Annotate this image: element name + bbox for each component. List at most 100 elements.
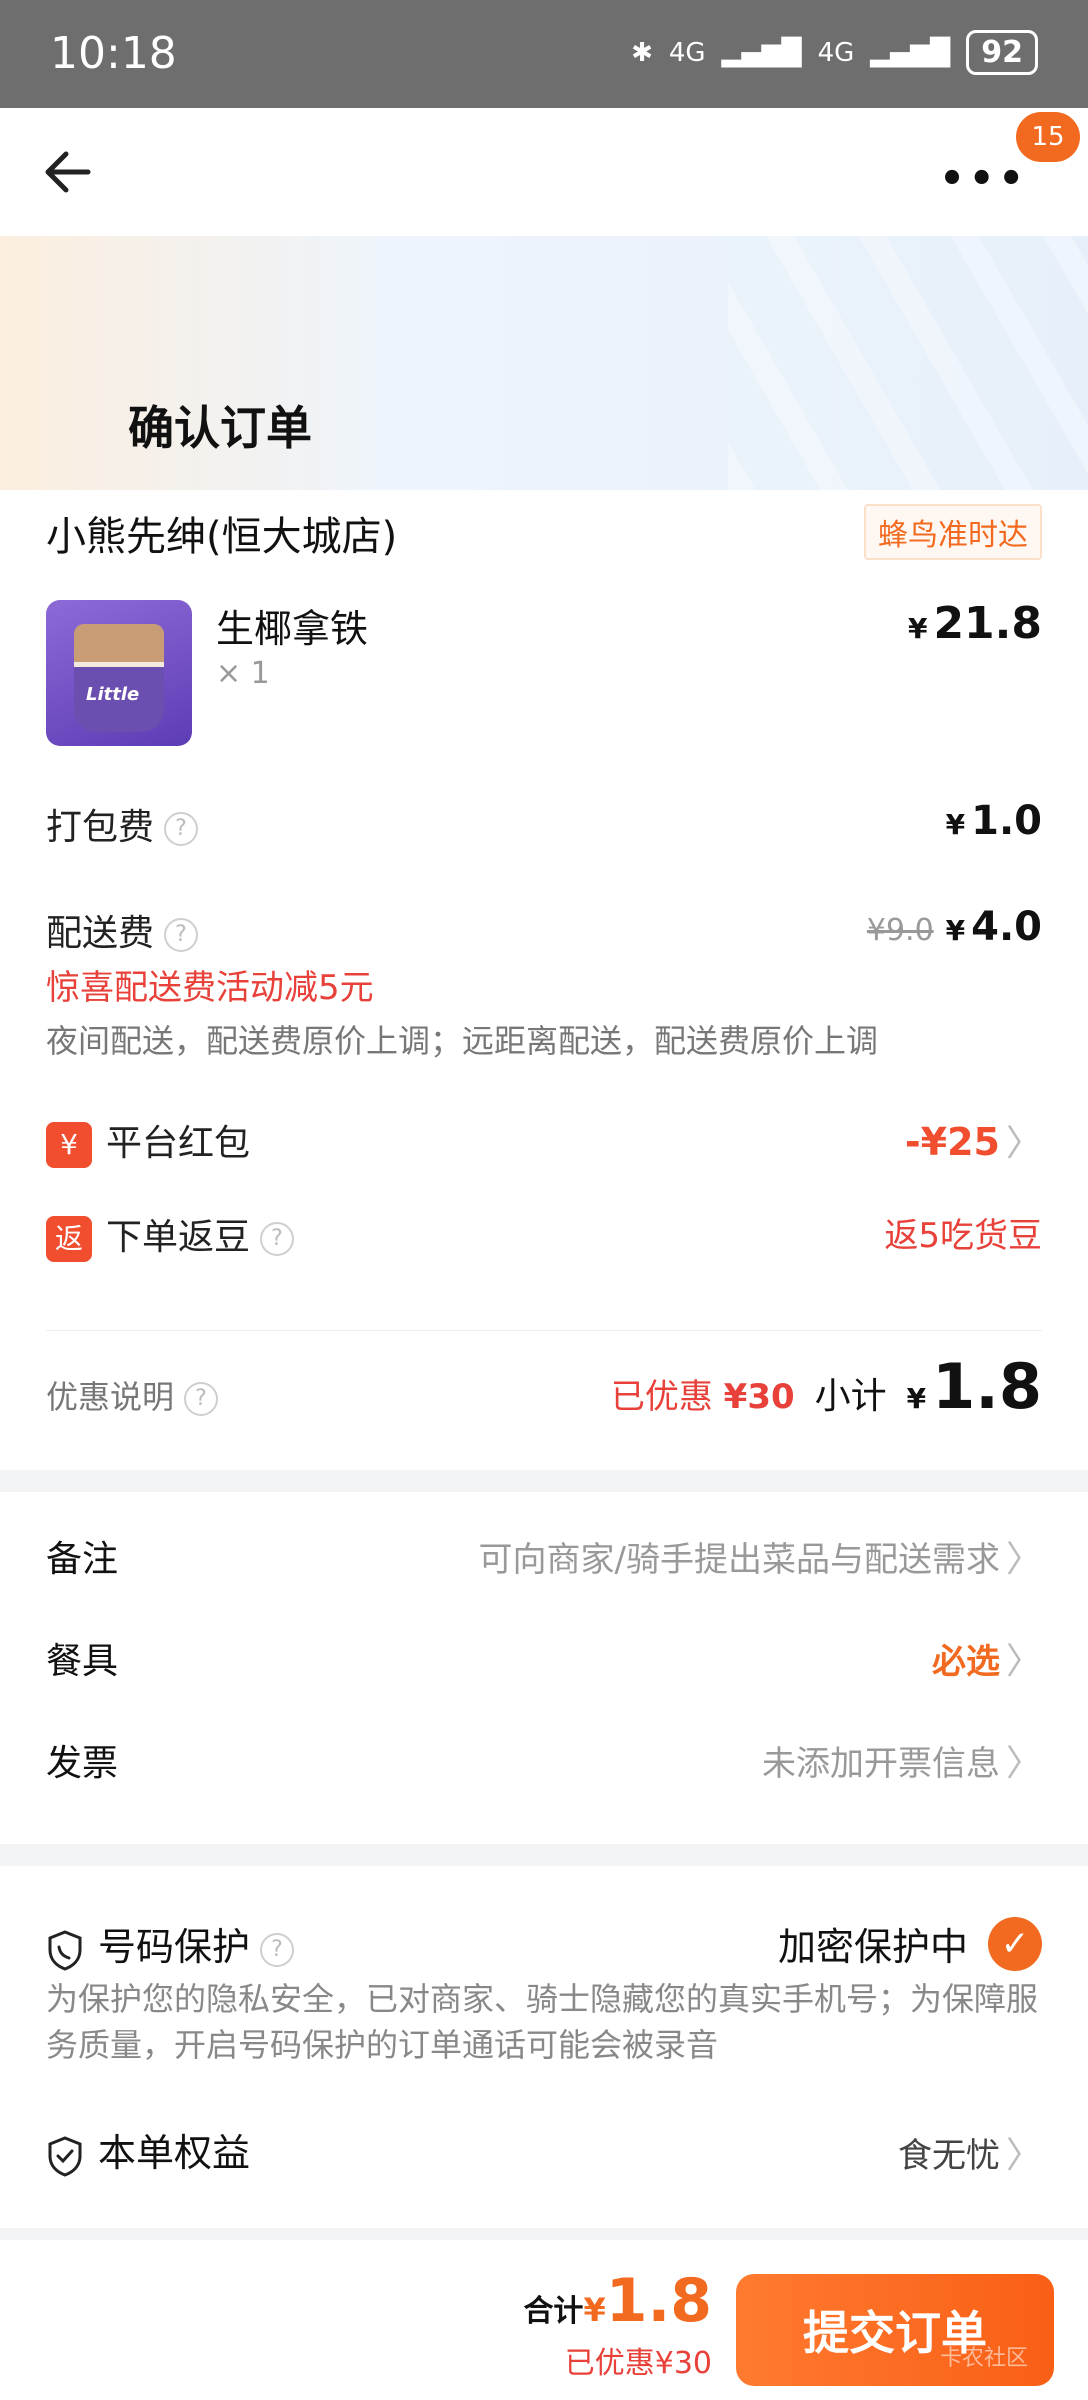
cup-brand-text: Little — [86, 684, 140, 705]
number-protection-status[interactable]: 加密保护中 ✓ — [778, 1916, 1042, 1971]
subtotal-label: 小计 — [814, 1376, 887, 1417]
beans-row: 返下单返豆? — [46, 1208, 295, 1262]
checkmark-icon[interactable]: ✓ — [988, 1916, 1042, 1971]
bluetooth-icon: ✱ — [631, 37, 653, 68]
tableware-value-wrap: 必选〉 — [932, 1632, 1042, 1684]
checkout-bar: 合计¥1.8 已优惠¥30 提交订单 卡农社区 — [0, 2240, 1088, 2400]
delivery-fee-label: 配送费? — [46, 904, 199, 956]
help-icon[interactable]: ? — [260, 1932, 295, 1967]
discount-info[interactable]: 优惠说明? — [46, 1372, 219, 1418]
shield-check-icon — [48, 2135, 82, 2177]
delivery-tag: 蜂鸟准时达 — [864, 504, 1042, 560]
shield-phone-icon — [48, 1929, 82, 1971]
signal-bars-icon-1: ▂▄▆█ — [721, 37, 802, 68]
shop-name[interactable]: 小熊先绅(恒大城店) — [46, 504, 397, 562]
remark-row[interactable]: 备注 可向商家/骑手提出菜品与配送需求〉 — [46, 1516, 1042, 1596]
signal-icon-2: 4G — [817, 37, 855, 68]
saved-amount: 已优惠 ¥30 — [611, 1369, 795, 1418]
privacy-card: 号码保护? 加密保护中 ✓ 为保护您的隐私安全，已对商家、骑士隐藏您的真实手机号；… — [0, 1866, 1088, 2228]
order-summary-card: 小熊先绅(恒大城店) 蜂鸟准时达 Little 生椰拿铁 × 1 ¥21.8 打… — [0, 490, 1088, 1470]
packing-fee-text: 打包费 — [46, 807, 155, 848]
order-options-card: 备注 可向商家/骑手提出菜品与配送需求〉 餐具 必选〉 发票 未添加开票信息〉 — [0, 1492, 1088, 1844]
signal-icon-1: 4G — [668, 37, 706, 68]
item-image: Little — [46, 600, 192, 746]
battery-indicator: 92 — [966, 30, 1038, 75]
red-packet-amount: -¥25 — [904, 1120, 1000, 1164]
rebate-icon: 返 — [46, 1216, 92, 1262]
notification-badge: 15 — [1016, 112, 1080, 162]
more-menu-icon[interactable]: ••• — [939, 156, 1028, 202]
total-line: 合计¥1.8 — [523, 2266, 712, 2336]
protection-status-text: 加密保护中 — [777, 1925, 968, 1969]
banner-decoration — [728, 236, 1088, 490]
delivery-fee-price: ¥9.0 ¥4.0 — [867, 904, 1042, 950]
delivery-note: 夜间配送，配送费原价上调；远距离配送，配送费原价上调 — [46, 1022, 879, 1060]
discount-info-label: 优惠说明 — [46, 1378, 175, 1416]
status-bar: 10:18 ✱ 4G ▂▄▆█ 4G ▂▄▆█ 92 — [0, 0, 1088, 108]
help-icon[interactable]: ? — [164, 812, 199, 846]
help-icon[interactable]: ? — [164, 918, 199, 952]
invoice-value-wrap: 未添加开票信息〉 — [762, 1734, 1042, 1786]
page-title: 确认订单 — [128, 401, 312, 455]
item-price: ¥21.8 — [908, 598, 1042, 649]
beans-label: 下单返豆 — [106, 1217, 251, 1258]
currency-symbol: ¥ — [906, 1382, 927, 1415]
remark-value: 可向商家/骑手提出菜品与配送需求 — [478, 1540, 1000, 1580]
order-rights-text: 食无忧 — [897, 2136, 1000, 2176]
currency-symbol: ¥ — [583, 2291, 606, 2329]
currency-symbol: ¥ — [907, 612, 928, 645]
currency-symbol: ¥ — [945, 808, 966, 841]
delivery-fee-text: 配送费 — [46, 913, 155, 954]
chevron-right-icon: 〉 — [1005, 1641, 1042, 1682]
help-icon: ? — [184, 1382, 219, 1416]
beans-value: 返5吃货豆 — [884, 1216, 1042, 1256]
order-rights-value[interactable]: 食无忧〉 — [898, 2126, 1042, 2178]
number-protection-label: 号码保护 — [98, 1925, 251, 1969]
total-area: 合计¥1.8 已优惠¥30 — [523, 2266, 712, 2382]
status-time: 10:18 — [50, 28, 177, 79]
divider — [46, 1330, 1042, 1331]
invoice-value: 未添加开票信息 — [761, 1744, 1000, 1784]
chevron-right-icon: 〉 — [1005, 1539, 1042, 1580]
remark-value-wrap: 可向商家/骑手提出菜品与配送需求〉 — [479, 1530, 1042, 1582]
cup-graphic: Little — [74, 624, 164, 732]
packing-fee-value: 1.0 — [971, 798, 1042, 844]
red-packet-label: 平台红包 — [106, 1123, 251, 1164]
red-packet-icon: ¥ — [46, 1122, 92, 1168]
tableware-row[interactable]: 餐具 必选〉 — [46, 1618, 1042, 1698]
subtotal: ¥1.8 — [907, 1350, 1042, 1423]
delivery-promo: 惊喜配送费活动减5元 — [46, 968, 374, 1008]
invoice-row[interactable]: 发票 未添加开票信息〉 — [46, 1720, 1042, 1800]
number-protection-desc: 为保护您的隐私安全，已对商家、骑士隐藏您的真实手机号；为保障服务质量，开启号码保… — [46, 1980, 1039, 2064]
packing-fee-price: ¥1.0 — [946, 798, 1042, 844]
tableware-label: 餐具 — [46, 1641, 119, 1682]
red-packet-row[interactable]: ¥ 平台红包 — [46, 1114, 250, 1168]
total-saved: 已优惠¥30 — [564, 2346, 712, 2381]
back-arrow-icon[interactable] — [40, 142, 100, 202]
red-packet-value[interactable]: -¥25 〉 — [905, 1114, 1042, 1166]
remark-label: 备注 — [46, 1539, 119, 1580]
item-price-value: 21.8 — [933, 598, 1042, 649]
order-rights-label: 本单权益 — [98, 2131, 251, 2175]
delivery-fee-value: 4.0 — [971, 904, 1042, 950]
total-value: 1.8 — [605, 2266, 712, 2336]
help-icon[interactable]: ? — [260, 1222, 295, 1256]
saved-label: 已优惠 — [610, 1377, 713, 1417]
status-icons: ✱ 4G ▂▄▆█ 4G ▂▄▆█ 92 — [631, 30, 1038, 75]
chevron-right-icon: 〉 — [1005, 2135, 1042, 2176]
total-label: 合计 — [523, 2294, 584, 2329]
nav-bar: ••• — [0, 108, 1088, 236]
order-rights-title: 本单权益 — [46, 2122, 250, 2177]
tableware-value: 必选 — [931, 1642, 1000, 1682]
currency-symbol: ¥ — [945, 914, 966, 947]
subtotal-area: 已优惠 ¥30 小计 ¥1.8 — [611, 1350, 1042, 1423]
packing-fee-label: 打包费? — [46, 798, 199, 850]
watermark: 卡农社区 — [939, 2346, 1028, 2371]
number-protection-title: 号码保护? — [46, 1916, 295, 1971]
item-quantity: × 1 — [216, 656, 270, 691]
invoice-label: 发票 — [46, 1743, 119, 1784]
delivery-fee-original: ¥9.0 — [866, 913, 934, 948]
item-name: 生椰拿铁 — [216, 607, 369, 651]
saved-value: ¥30 — [723, 1377, 795, 1417]
page-header-banner: 确认订单 — [0, 236, 1088, 490]
